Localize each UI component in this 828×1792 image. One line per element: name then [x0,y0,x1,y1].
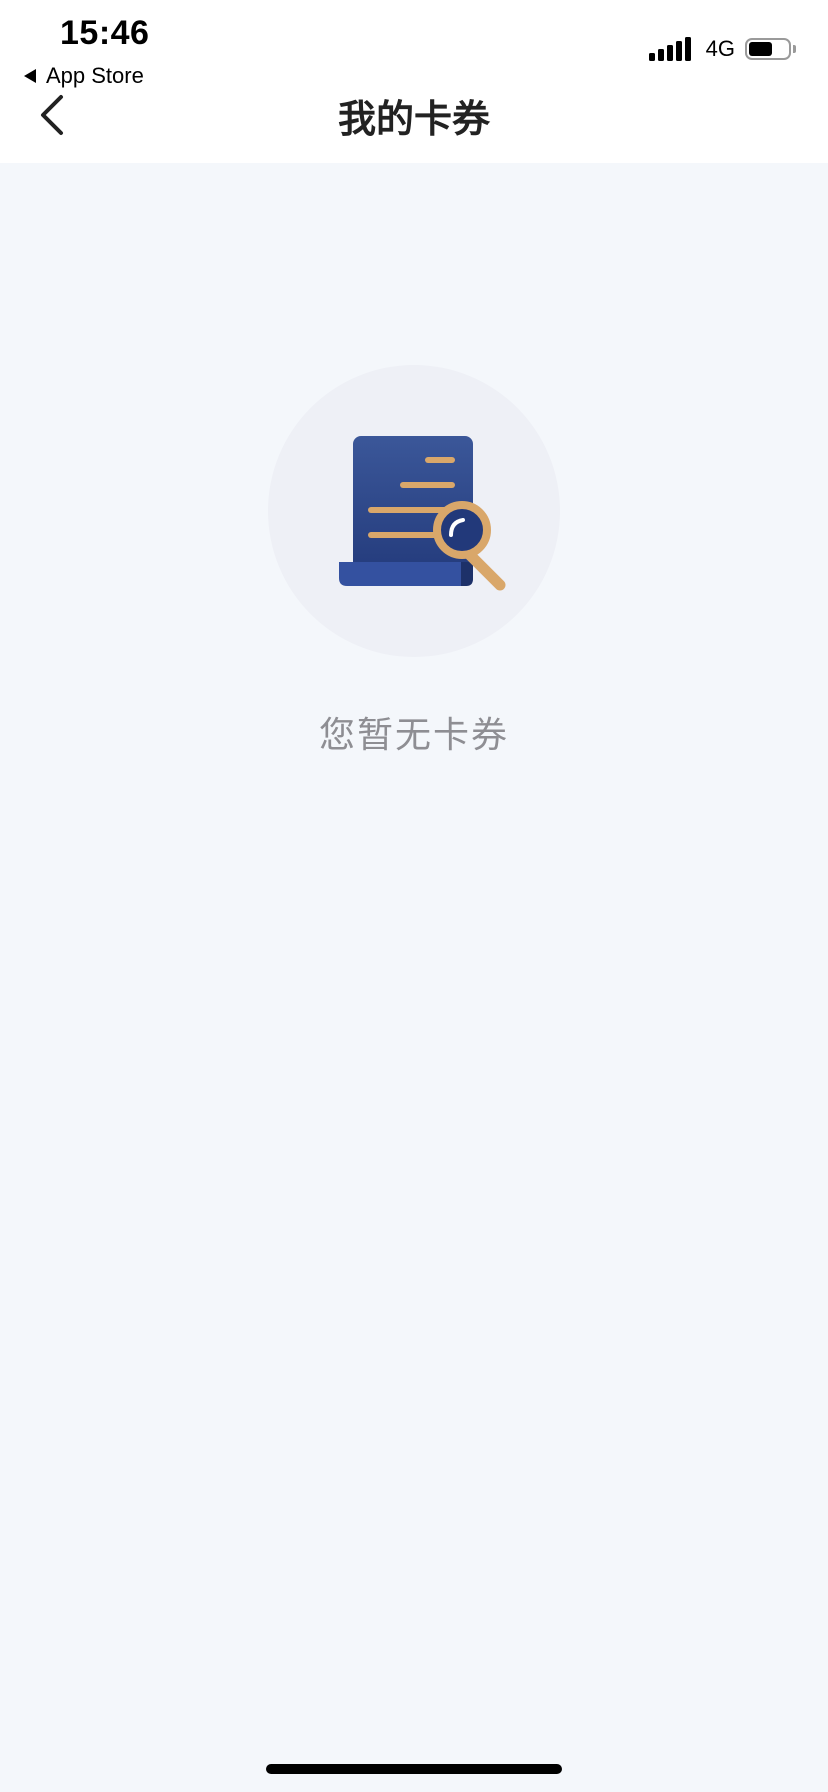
page-title: 我的卡券 [337,97,490,141]
empty-state-message: 您暂无卡券 [318,715,509,756]
back-to-app-link[interactable]: App Store [24,62,144,90]
battery-icon [745,38,791,60]
cellular-signal-icon [648,37,694,61]
empty-state-illustration [268,365,560,657]
top-bar: 15:46 App Store 4G 我的卡券 [0,0,828,163]
status-indicators: 4G [648,34,796,64]
battery-level [749,42,772,56]
network-type: 4G [705,36,735,61]
home-indicator[interactable] [266,1764,562,1774]
back-triangle-icon [24,69,36,83]
battery-cap [793,45,796,53]
status-time: 15:46 [60,14,150,52]
back-to-app-label: App Store [46,63,144,88]
document-search-icon [339,436,506,591]
